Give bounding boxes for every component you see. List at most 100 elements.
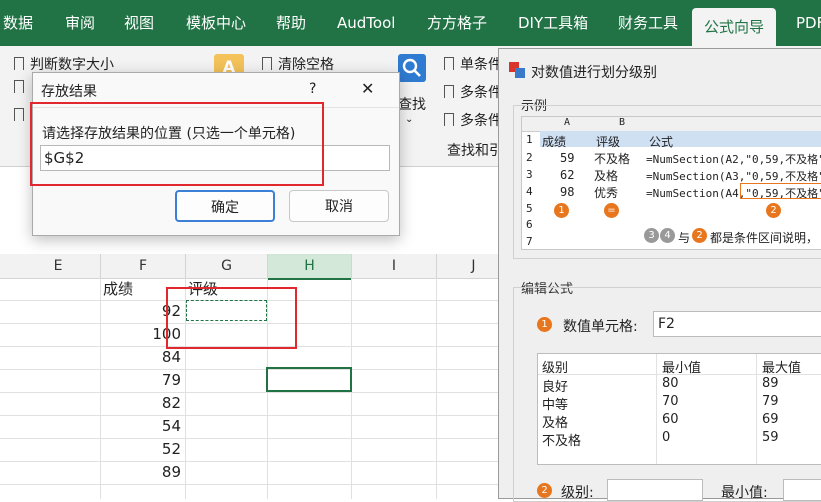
bookmark-icon xyxy=(444,85,454,98)
table-cell: 69 xyxy=(762,412,779,427)
table-cell[interactable]: 54 xyxy=(101,415,185,438)
example-cell: 98 xyxy=(560,185,575,199)
tab-template-center[interactable]: 模板中心 xyxy=(186,0,246,46)
multi-condition-button-2[interactable]: 多条件 xyxy=(444,110,502,130)
highlight-box-g2 xyxy=(166,287,297,349)
example-header: 公式 xyxy=(649,135,674,149)
ok-button[interactable]: 确定 xyxy=(175,190,275,222)
badge-equal: = xyxy=(604,203,619,218)
bookmark-icon xyxy=(444,113,454,126)
table-cell: 70 xyxy=(662,394,679,409)
example-cell: 及格 xyxy=(594,169,619,183)
highlight-box-input xyxy=(30,102,324,186)
example-sheet: A B 成绩 评级 公式 1 2 3 4 5 6 7 59 不及格 =NumSe… xyxy=(521,116,821,250)
table-cell: 0 xyxy=(662,430,671,445)
tab-formula-wizard[interactable]: 公式向导 xyxy=(692,8,777,46)
example-note: 都是条件区间说明， xyxy=(710,231,819,245)
column-header-h[interactable]: H xyxy=(268,254,352,280)
value-cell-label: 数值单元格: xyxy=(563,319,638,335)
tab-data[interactable]: 数据 xyxy=(3,0,33,46)
grid-line xyxy=(0,438,510,439)
row-number: 4 xyxy=(526,185,533,198)
tab-diy-toolbox[interactable]: DIY工具箱 xyxy=(518,0,588,46)
badge-2b: 2 xyxy=(692,228,707,243)
min-value-label: 最小值: xyxy=(721,485,768,501)
table-cell: 良好 xyxy=(542,380,569,395)
table-cell: 中等 xyxy=(542,398,569,413)
column-header-f[interactable]: F xyxy=(101,254,186,279)
ribbon-item-2[interactable] xyxy=(14,80,30,96)
table-cell: 89 xyxy=(762,376,779,391)
table-cell[interactable]: 79 xyxy=(101,369,185,392)
table-cell: 及格 xyxy=(542,416,569,431)
grid-line xyxy=(436,278,437,499)
badge-4: 4 xyxy=(660,228,675,243)
grid-line xyxy=(0,484,510,485)
tab-view[interactable]: 视图 xyxy=(124,0,154,46)
tab-finance-tools[interactable]: 财务工具 xyxy=(618,0,678,46)
column-header-e[interactable]: E xyxy=(16,254,101,279)
window-title: 对数值进行划分级别 xyxy=(531,65,657,81)
table-header: 最大值 xyxy=(762,361,802,376)
tab-review[interactable]: 审阅 xyxy=(65,0,95,46)
example-cell: 62 xyxy=(560,168,575,182)
bookmark-icon xyxy=(14,57,24,70)
badge-1: 1 xyxy=(554,203,569,218)
example-cell: 不及格 xyxy=(594,152,631,166)
tab-ffgz[interactable]: 方方格子 xyxy=(427,0,487,46)
help-icon[interactable]: ? xyxy=(309,81,316,97)
level-table[interactable]: 级别 最小值 最大值 良好 80 89 中等 70 79 及格 60 69 不及… xyxy=(537,353,821,465)
value-cell-input[interactable]: F2 xyxy=(653,311,821,337)
grid-line xyxy=(0,461,510,462)
grid-line xyxy=(0,392,510,393)
min-value-input[interactable] xyxy=(783,479,821,501)
find-button[interactable]: 查找 xyxy=(398,94,426,114)
table-cell[interactable]: 89 xyxy=(101,461,185,484)
bookmark-icon xyxy=(14,80,24,93)
close-icon[interactable]: ✕ xyxy=(361,79,374,98)
ribbon-tabbar: 数据 审阅 视图 模板中心 帮助 AudTool 方方格子 DIY工具箱 财务工… xyxy=(0,0,821,46)
bookmark-icon xyxy=(444,57,454,70)
badge-level: 2 xyxy=(537,483,552,498)
example-cell: 优秀 xyxy=(594,186,619,200)
grid-line xyxy=(0,369,510,370)
single-condition-button[interactable]: 单条件 xyxy=(444,54,502,74)
tab-audtool[interactable]: AudTool xyxy=(337,0,395,46)
clear-space-button[interactable]: 清除空格 xyxy=(262,54,334,74)
judge-number-button[interactable]: 判断数字大小 xyxy=(14,54,114,74)
tab-help[interactable]: 帮助 xyxy=(276,0,306,46)
note-and: 与 xyxy=(678,231,691,245)
row-number: 5 xyxy=(526,202,533,215)
chevron-down-icon[interactable]: ⌄ xyxy=(405,114,413,125)
ribbon-item-3[interactable] xyxy=(14,108,30,124)
search-icon[interactable] xyxy=(398,54,426,82)
num-section-window: 对数值进行划分级别 示例 A B 成绩 评级 公式 1 2 3 4 5 6 7 … xyxy=(498,48,821,502)
column-header-g[interactable]: G xyxy=(186,254,268,279)
bookmark-icon xyxy=(14,108,24,121)
example-cell: 59 xyxy=(560,151,575,165)
column-header-i[interactable]: I xyxy=(352,254,437,279)
cancel-button[interactable]: 取消 xyxy=(289,190,389,222)
level-label: 级别: xyxy=(561,485,594,501)
row-number: 7 xyxy=(526,235,533,248)
table-cell: 59 xyxy=(762,430,779,445)
tab-pdf[interactable]: PDF xyxy=(796,0,821,46)
example-header: 成绩 xyxy=(542,135,567,149)
formula-highlight xyxy=(740,183,821,199)
table-cell: 不及格 xyxy=(542,434,582,449)
example-col-b: B xyxy=(619,117,626,128)
example-formula: =NumSection(A2,"0,59,不及格" xyxy=(646,153,821,166)
ribbon-group-label-find-ref: 查找和引 xyxy=(447,143,503,159)
level-input[interactable] xyxy=(607,479,703,501)
table-cell[interactable]: 82 xyxy=(101,392,185,415)
table-cell: 60 xyxy=(662,412,679,427)
table-cell[interactable]: 52 xyxy=(101,438,185,461)
example-col-a: A xyxy=(564,117,571,128)
example-header-row xyxy=(540,131,821,147)
grid-line xyxy=(0,415,510,416)
multi-condition-button-1[interactable]: 多条件 xyxy=(444,82,502,102)
table-cell[interactable]: 84 xyxy=(101,346,185,369)
bookmark-icon xyxy=(262,57,272,70)
active-cell-h5[interactable] xyxy=(266,367,352,392)
row-number: 3 xyxy=(526,168,533,181)
